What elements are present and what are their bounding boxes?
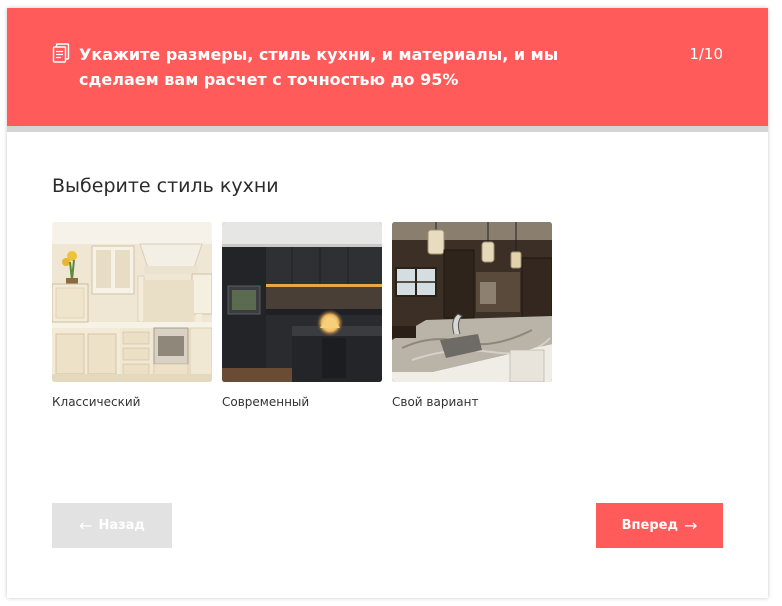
step-counter: 1/10	[689, 45, 723, 63]
quiz-page: Укажите размеры, стиль кухни, и материал…	[0, 0, 782, 606]
header-divider	[7, 126, 768, 132]
option-label: Современный	[222, 395, 310, 409]
quiz-header: Укажите размеры, стиль кухни, и материал…	[7, 8, 768, 126]
quiz-card: Укажите размеры, стиль кухни, и материал…	[7, 8, 768, 598]
next-button-label: Вперед	[621, 518, 678, 533]
custom-kitchen-image	[392, 222, 552, 382]
option-classic[interactable]: Классический	[52, 222, 212, 410]
classic-kitchen-image	[52, 222, 212, 382]
question-title: Выберите стиль кухни	[52, 175, 279, 197]
next-button[interactable]: Вперед →	[596, 503, 723, 548]
back-button-label: Назад	[98, 518, 145, 533]
modern-kitchen-image	[222, 222, 382, 382]
option-label: Свой вариант	[392, 395, 479, 409]
option-custom[interactable]: Свой вариант	[392, 222, 552, 410]
option-label: Классический	[52, 395, 141, 409]
document-icon	[52, 43, 70, 63]
arrow-right-icon: →	[683, 515, 698, 535]
option-modern[interactable]: Современный	[222, 222, 382, 410]
back-button[interactable]: ← Назад	[52, 503, 172, 548]
arrow-left-icon: ←	[79, 515, 93, 535]
header-title: Укажите размеры, стиль кухни, и материал…	[79, 45, 559, 89]
